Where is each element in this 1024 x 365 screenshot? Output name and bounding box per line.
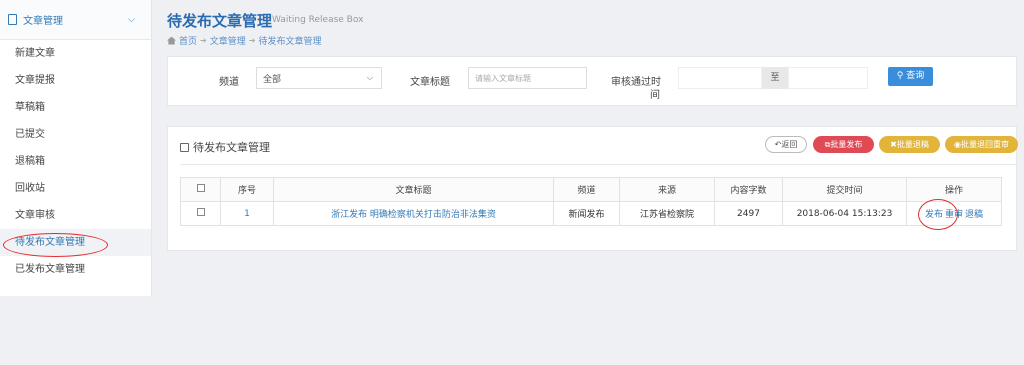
header-actions: 操作 [906,177,1002,202]
circle-arrow-icon: ◉ [954,140,961,149]
row-source: 江苏省检察院 [619,201,715,226]
breadcrumb-article-management[interactable]: 文章管理 [210,34,246,47]
row-submit-time: 2018-06-04 15:13:23 [782,201,907,226]
header-submit-time: 提交时间 [782,177,907,202]
chevron-down-icon: ⌵ [366,73,373,82]
sidebar-item-pending-publish[interactable]: 待发布文章管理 [0,229,151,256]
chevron-down-icon[interactable]: ⌵ [128,15,135,25]
re-review-link[interactable]: 重审 [945,210,963,220]
home-icon [167,36,176,45]
sidebar: 文章管理 ⌵ 新建文章 文章提报 草稿箱 已提交 退稿箱 回收站 文章审核 待发… [0,0,152,296]
review-time-label-cont: 间 [650,90,660,101]
sidebar-item-new-article[interactable]: 新建文章 [0,40,151,67]
sidebar-section-header[interactable]: 文章管理 ⌵ [0,0,151,40]
breadcrumb: 首页 ➔ 文章管理 ➔ 待发布文章管理 [167,34,321,47]
article-table: 序号 文章标题 频道 来源 内容字数 提交时间 操作 1 浙江发布 明确检察机关… [180,177,1002,226]
sidebar-item-submitted[interactable]: 已提交 [0,121,151,148]
edit-icon [180,142,189,152]
sidebar-section-label: 文章管理 [23,16,63,27]
panel-title: 待发布文章管理 [180,139,270,155]
sidebar-item-drafts[interactable]: 草稿箱 [0,94,151,121]
row-checkbox[interactable] [196,208,205,216]
breadcrumb-separator-icon: ➔ [200,36,207,45]
row-title[interactable]: 浙江发布 明确检察机关打击防治非法集资 [273,201,554,226]
search-button[interactable]: ⚲ 查询 [888,67,933,86]
sidebar-item-review[interactable]: 文章审核 [0,202,151,229]
row-channel: 新闻发布 [553,201,620,226]
start-date-input[interactable] [678,67,762,89]
channel-label: 频道 [219,77,239,88]
page-subtitle: Waiting Release Box [272,15,364,25]
search-button-label: 查询 [906,71,925,81]
close-icon: ✖ [890,140,897,149]
page-title: 待发布文章管理 [167,12,273,30]
batch-return-label: 批量退稿 [896,140,929,149]
breadcrumb-current[interactable]: 待发布文章管理 [258,34,321,47]
main-panel: 待发布文章管理 ↶返回 ⧉批量发布 ✖批量退稿 ◉批量退回重审 序号 文章标题 … [167,126,1018,251]
sidebar-item-recycle-bin[interactable]: 回收站 [0,175,151,202]
publish-link[interactable]: 发布 [925,210,943,220]
back-button-label: 返回 [781,140,798,149]
select-all-checkbox[interactable] [196,184,205,192]
header-checkbox-cell [180,177,221,202]
search-icon: ⚲ [896,71,904,81]
header-source: 来源 [619,177,715,202]
end-date-input[interactable] [788,67,868,89]
date-range-separator: 至 [762,67,788,89]
row-index: 1 [220,201,274,226]
filter-panel: 频道 全部 ⌵ 文章标题 请输入文章标题 审核通过时 间 至 ⚲ 查询 [167,56,1017,106]
channel-select[interactable]: 全部 ⌵ [256,67,382,89]
table-row: 1 浙江发布 明确检察机关打击防治非法集资 新闻发布 江苏省检察院 2497 2… [180,201,1002,226]
document-icon [8,14,17,25]
header-title: 文章标题 [273,177,554,202]
article-title-input[interactable]: 请输入文章标题 [468,67,587,89]
header-index: 序号 [220,177,274,202]
return-link[interactable]: 退稿 [965,210,983,220]
batch-return-button[interactable]: ✖批量退稿 [879,136,940,153]
breadcrumb-separator-icon: ➔ [248,36,256,45]
header-word-count: 内容字数 [714,177,783,202]
batch-publish-button[interactable]: ⧉批量发布 [813,136,874,153]
batch-re-review-button[interactable]: ◉批量退回重审 [945,136,1018,153]
panel-title-label: 待发布文章管理 [193,141,270,154]
header-channel: 频道 [553,177,620,202]
row-word-count: 2497 [714,201,783,226]
row-checkbox-cell [180,201,221,226]
breadcrumb-home[interactable]: 首页 [179,34,197,47]
sidebar-item-submit-article[interactable]: 文章提报 [0,67,151,94]
sidebar-item-published[interactable]: 已发布文章管理 [0,256,151,283]
back-button[interactable]: ↶返回 [765,136,807,153]
article-title-label: 文章标题 [410,77,450,88]
table-header-row: 序号 文章标题 频道 来源 内容字数 提交时间 操作 [180,177,1002,202]
channel-select-value: 全部 [263,75,282,85]
row-actions: 发布 重审 退稿 [906,201,1002,226]
panel-divider [180,164,1016,165]
batch-publish-label: 批量发布 [830,140,863,149]
batch-re-review-label: 批量退回重审 [960,140,1009,149]
sidebar-item-returned[interactable]: 退稿箱 [0,148,151,175]
